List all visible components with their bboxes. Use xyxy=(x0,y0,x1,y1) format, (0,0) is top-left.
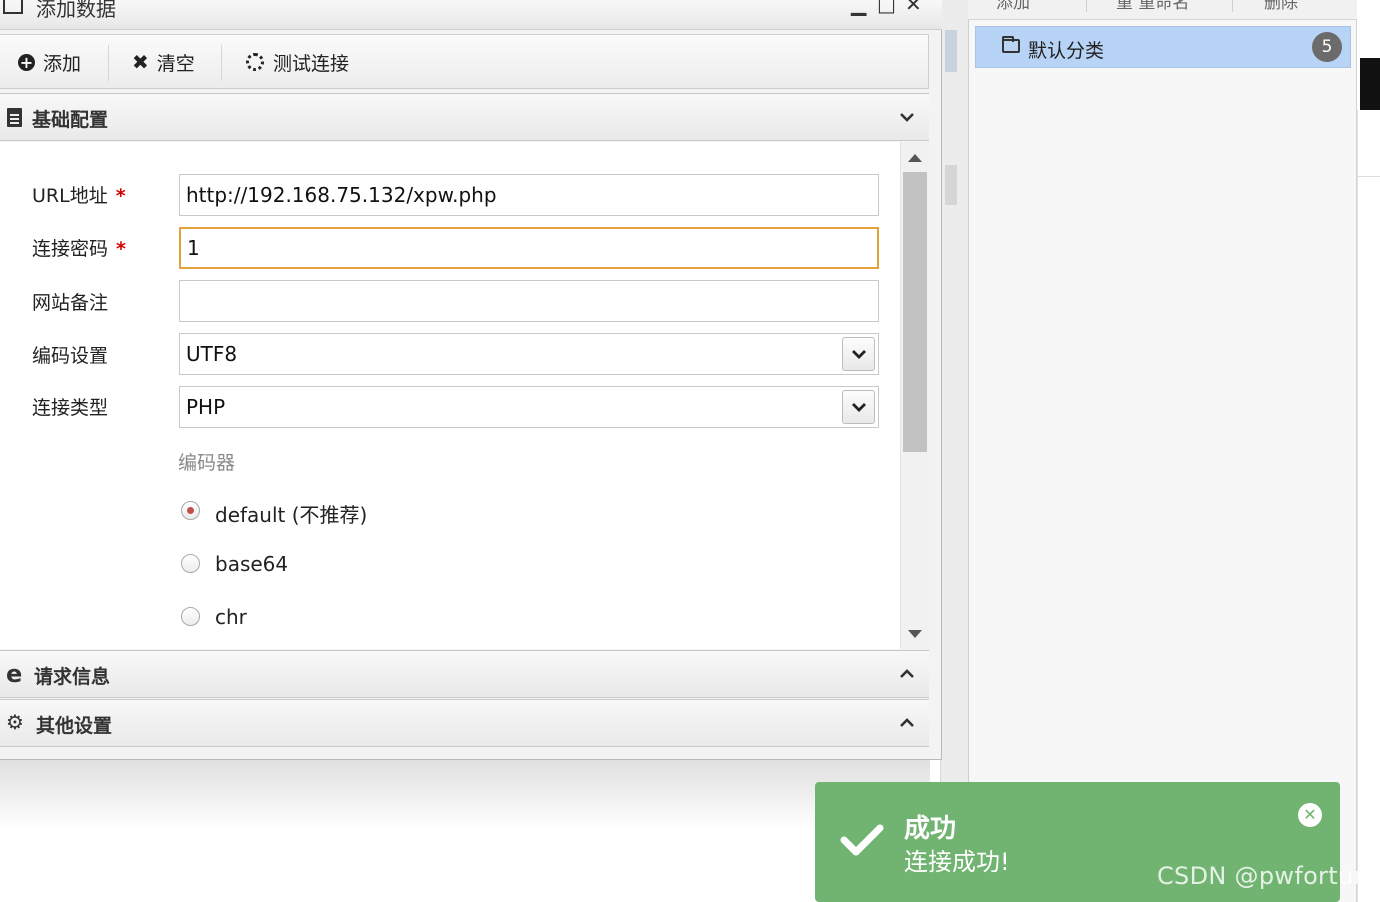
plus-circle-icon: + xyxy=(18,52,35,72)
chevron-down-icon xyxy=(852,350,866,359)
times-icon: ✖ xyxy=(132,50,149,74)
background-scroll-indicator-2 xyxy=(945,165,957,205)
encoding-select[interactable]: UTF8 xyxy=(179,333,879,375)
window-icon xyxy=(3,0,23,14)
toast-close-icon[interactable]: ✕ xyxy=(1298,803,1322,827)
checkmark-icon xyxy=(840,824,884,856)
category-delete-button[interactable]: 删除 xyxy=(1264,0,1298,13)
watermark-text: CSDN @pwfortune xyxy=(1157,862,1380,890)
encoder-radio-chr[interactable] xyxy=(181,607,200,626)
section-basic-config-header[interactable]: 基础配置 xyxy=(0,93,929,141)
dialog-titlebar[interactable]: 添加数据 ▁ □ ✕ xyxy=(0,0,942,30)
toolbar-separator xyxy=(1086,0,1087,12)
password-input[interactable] xyxy=(179,227,879,269)
add-button-label: 添加 xyxy=(43,52,82,75)
test-connection-button[interactable]: 测试连接 xyxy=(246,48,349,76)
dialog-toolbar: + 添加 ✖ 清空 测试连接 xyxy=(0,34,929,89)
password-label: 连接密码 * xyxy=(32,238,126,260)
gears-icon: ⚙ xyxy=(6,710,24,734)
background-window-strip xyxy=(1357,110,1380,902)
window-edge xyxy=(1360,58,1380,110)
scroll-up-arrow-icon[interactable] xyxy=(908,154,922,162)
required-marker: * xyxy=(115,185,126,207)
category-rename-button[interactable]: 重 重命名 xyxy=(1116,0,1189,13)
chevron-down-icon xyxy=(900,113,914,122)
conn-type-label: 连接类型 xyxy=(32,397,109,419)
encoding-label: 编码设置 xyxy=(32,345,109,367)
category-count-badge: 5 xyxy=(1312,32,1342,62)
section-other-settings-header[interactable]: ⚙ 其他设置 xyxy=(0,699,929,747)
dialog-title: 添加数据 xyxy=(36,0,116,21)
encoder-option-label[interactable]: default (不推荐) xyxy=(215,499,367,528)
conn-type-select[interactable]: PHP xyxy=(179,386,879,428)
section-title: 请求信息 xyxy=(34,666,111,688)
encoder-radio-default[interactable] xyxy=(181,501,200,520)
add-button[interactable]: + 添加 xyxy=(18,48,81,76)
chevron-up-icon xyxy=(900,718,914,727)
encoder-label: 编码器 xyxy=(178,452,236,474)
scrollbar-thumb[interactable] xyxy=(903,172,927,452)
minimize-button[interactable]: ▁ xyxy=(851,0,866,14)
clear-button[interactable]: ✖ 清空 xyxy=(132,48,195,76)
conn-type-dropdown-button[interactable] xyxy=(842,390,875,424)
background-scroll-indicator xyxy=(945,30,957,72)
category-label: 默认分类 xyxy=(1028,40,1105,62)
toolbar-separator xyxy=(1232,0,1233,12)
ie-browser-icon: e xyxy=(6,660,23,688)
document-icon xyxy=(7,108,22,127)
note-input[interactable] xyxy=(179,280,879,322)
scroll-down-arrow-icon[interactable] xyxy=(908,630,922,638)
clear-button-label: 清空 xyxy=(156,52,195,75)
category-panel xyxy=(968,0,1357,902)
category-add-button[interactable]: 添加 xyxy=(996,0,1030,13)
encoder-option-label[interactable]: base64 xyxy=(215,552,288,576)
spinner-icon xyxy=(246,53,264,71)
background-divider-strip xyxy=(940,0,970,902)
category-item-default[interactable]: 默认分类 5 xyxy=(975,26,1351,68)
section-title: 基础配置 xyxy=(32,109,109,131)
close-button[interactable]: ✕ xyxy=(905,0,922,14)
folder-icon xyxy=(1002,36,1020,53)
chevron-down-icon xyxy=(852,403,866,412)
encoding-value: UTF8 xyxy=(186,342,238,366)
test-connection-label: 测试连接 xyxy=(273,52,350,75)
maximize-button[interactable]: □ xyxy=(877,0,896,14)
dialog-shadow xyxy=(0,760,930,830)
encoding-dropdown-button[interactable] xyxy=(842,337,875,371)
toast-message: 连接成功! xyxy=(904,848,1010,876)
chevron-up-icon xyxy=(900,669,914,678)
toolbar-separator xyxy=(221,45,222,81)
encoder-radio-base64[interactable] xyxy=(181,554,200,573)
url-input[interactable] xyxy=(179,174,879,216)
toast-title: 成功 xyxy=(904,814,957,844)
basic-config-form: URL地址* 连接密码* 网站备注 编码设置 UTF8 连接类型 PHP 编码器… xyxy=(0,142,900,649)
encoder-option-label[interactable]: chr xyxy=(215,605,247,629)
category-toolbar: 添加 重 重命名 删除 xyxy=(968,0,1357,20)
note-label: 网站备注 xyxy=(32,292,109,314)
url-label: URL地址 * xyxy=(32,185,126,207)
section-title: 其他设置 xyxy=(36,715,113,737)
conn-type-value: PHP xyxy=(186,395,226,419)
toolbar-separator xyxy=(108,45,109,81)
required-marker: * xyxy=(116,238,126,260)
section-request-info-header[interactable]: e 请求信息 xyxy=(0,650,929,698)
form-scrollbar[interactable] xyxy=(900,142,929,649)
